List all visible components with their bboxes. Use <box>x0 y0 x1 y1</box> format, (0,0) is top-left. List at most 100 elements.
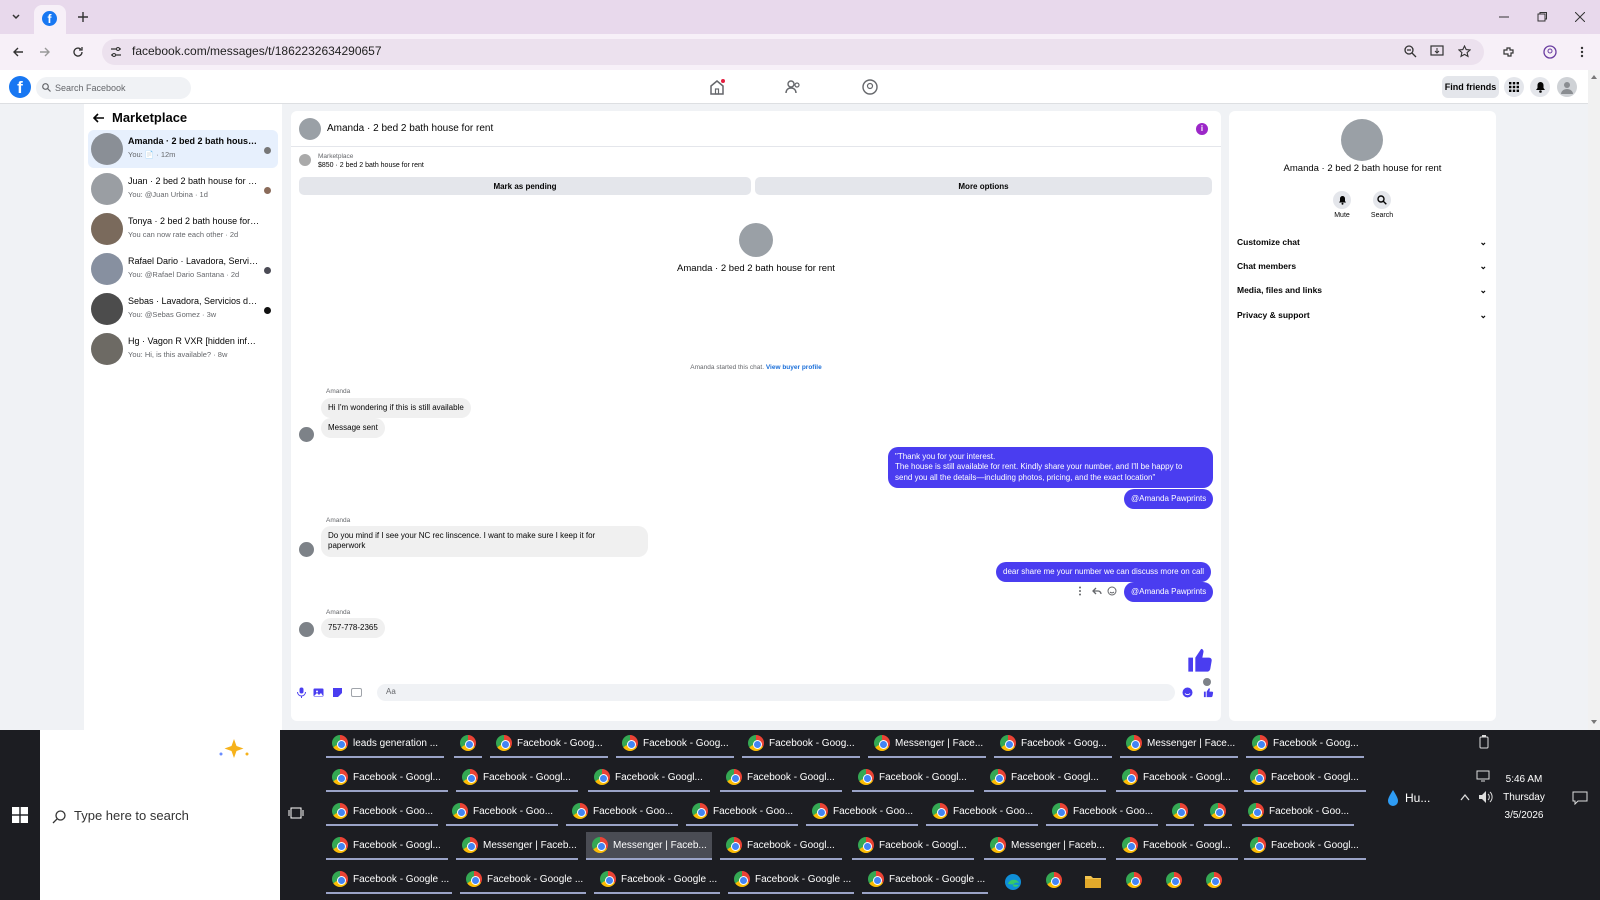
mute-button[interactable]: Mute <box>1327 191 1357 219</box>
taskbar-window-button[interactable]: Facebook - Googl... <box>720 764 842 792</box>
chat-title[interactable]: Amanda · 2 bed 2 bath house for rent <box>327 123 493 134</box>
customize-chat-row[interactable]: Customize chat ⌄ <box>1237 237 1487 255</box>
taskbar-window-button[interactable] <box>1160 866 1188 894</box>
privacy-support-row[interactable]: Privacy & support ⌄ <box>1237 310 1487 328</box>
restore-icon[interactable] <box>1530 5 1554 29</box>
clock-time[interactable]: 5:46 AM <box>1494 774 1554 785</box>
start-button[interactable] <box>0 730 40 900</box>
tab-list-icon[interactable] <box>4 5 28 29</box>
page-scrollbar[interactable] <box>1588 70 1600 730</box>
taskbar-window-button-active[interactable]: Messenger | Faceb... <box>586 832 712 860</box>
conversation-item[interactable]: Sebas · Lavadora, Servicios de re... You… <box>88 290 278 328</box>
emoji-icon[interactable] <box>1182 687 1193 698</box>
taskbar-window-button[interactable]: Facebook - Goog... <box>616 730 734 758</box>
info-icon[interactable]: i <box>1196 123 1208 135</box>
task-view-icon[interactable] <box>288 806 308 822</box>
weather-widget[interactable]: Hu... <box>1386 788 1446 808</box>
taskbar-window-button[interactable]: Messenger | Faceb... <box>984 832 1106 860</box>
facebook-search-input[interactable]: Search Facebook <box>36 77 191 99</box>
scroll-up-icon[interactable] <box>1591 74 1597 79</box>
taskbar-window-button[interactable]: Facebook - Goog... <box>1246 730 1364 758</box>
find-friends-button[interactable]: Find friends <box>1442 76 1499 98</box>
listing-title[interactable]: $850 · 2 bed 2 bath house for rent <box>318 162 424 169</box>
taskbar-window-button[interactable] <box>1120 866 1148 894</box>
taskbar-window-button[interactable]: Facebook - Google ... <box>862 866 988 894</box>
taskbar-window-button[interactable]: Facebook - Googl... <box>720 832 842 860</box>
file-explorer-icon[interactable] <box>1084 873 1102 889</box>
groups-icon[interactable] <box>861 78 879 96</box>
taskbar-window-button[interactable]: Facebook - Googl... <box>1244 764 1366 792</box>
incoming-message[interactable]: Hi I'm wondering if this is still availa… <box>321 398 471 419</box>
taskbar-window-button[interactable]: Facebook - Googl... <box>852 832 974 860</box>
clock-day[interactable]: Thursday <box>1494 792 1554 803</box>
taskbar-window-button[interactable]: Facebook - Goo... <box>326 798 438 826</box>
outgoing-mention-tag[interactable]: @Amanda Pawprints <box>1124 489 1214 510</box>
close-window-icon[interactable] <box>1568 5 1592 29</box>
listing-thumbnail[interactable] <box>299 154 311 166</box>
message-more-icon[interactable] <box>1078 586 1082 596</box>
back-icon[interactable] <box>6 40 30 64</box>
extensions-icon[interactable] <box>1496 40 1520 64</box>
profile-icon[interactable] <box>1538 40 1562 64</box>
taskbar-window-button[interactable]: Facebook - Google ... <box>594 866 720 894</box>
conversation-item[interactable]: Tonya · 2 bed 2 bath house for rent You … <box>88 210 278 248</box>
taskbar-window-button[interactable]: Facebook - Googl... <box>456 764 578 792</box>
voice-clip-icon[interactable] <box>296 687 307 698</box>
outgoing-message[interactable]: dear share me your number we can discuss… <box>996 562 1211 583</box>
zoom-icon[interactable] <box>1404 45 1417 58</box>
edge-icon[interactable] <box>1004 873 1022 891</box>
taskbar-window-button[interactable]: Facebook - Goog... <box>994 730 1112 758</box>
taskbar-window-button[interactable] <box>1166 798 1194 826</box>
scroll-down-icon[interactable] <box>1591 720 1597 725</box>
conversation-item[interactable]: Hg · Vagon R VXR [hidden informa... You:… <box>88 330 278 368</box>
avatar[interactable] <box>739 223 773 257</box>
reply-icon[interactable] <box>1092 586 1102 596</box>
home-icon[interactable] <box>708 78 726 96</box>
mark-as-pending-button[interactable]: Mark as pending <box>299 177 751 195</box>
taskbar-window-button[interactable]: Facebook - Google ... <box>326 866 452 894</box>
chat-members-row[interactable]: Chat members ⌄ <box>1237 261 1487 279</box>
taskbar-window-button[interactable]: Messenger | Face... <box>1120 730 1238 758</box>
taskbar-window-button[interactable] <box>1040 866 1068 894</box>
forward-icon[interactable] <box>33 40 57 64</box>
taskbar-window-button[interactable] <box>454 730 482 758</box>
back-arrow-icon[interactable] <box>93 113 105 123</box>
outgoing-message[interactable]: "Thank you for your interest. The house … <box>888 447 1213 489</box>
outgoing-mention-tag[interactable]: @Amanda Pawprints <box>1124 582 1214 603</box>
url-field[interactable]: facebook.com/messages/t/1862232634290657 <box>102 39 1484 65</box>
taskbar-window-button[interactable]: Facebook - Googl... <box>588 764 710 792</box>
conversation-item[interactable]: Amanda · 2 bed 2 bath house fo... You: 📄… <box>88 130 278 168</box>
taskbar-window-button[interactable]: Facebook - Googl... <box>1116 764 1238 792</box>
notifications-bell-icon[interactable] <box>1530 77 1550 97</box>
browser-tab-facebook[interactable]: f <box>34 5 66 34</box>
bookmark-star-icon[interactable] <box>1458 45 1471 58</box>
incoming-message[interactable]: Do you mind if I see your NC rec linscen… <box>321 526 648 557</box>
react-emoji-icon[interactable] <box>1107 586 1117 596</box>
site-info-icon[interactable] <box>110 46 122 58</box>
taskbar-window-button[interactable]: Facebook - Goo... <box>926 798 1038 826</box>
avatar[interactable] <box>299 118 321 140</box>
gif-icon[interactable] <box>351 687 362 698</box>
install-app-icon[interactable] <box>1430 45 1444 58</box>
conversation-item[interactable]: Juan · 2 bed 2 bath house for rent You: … <box>88 170 278 208</box>
taskbar-window-button[interactable]: Facebook - Googl... <box>326 832 448 860</box>
taskbar-search-box[interactable]: Type here to search <box>40 730 280 900</box>
media-files-links-row[interactable]: Media, files and links ⌄ <box>1237 285 1487 303</box>
volume-icon[interactable] <box>1478 790 1494 804</box>
taskbar-window-button[interactable]: Facebook - Goo... <box>1242 798 1354 826</box>
taskbar-window-button[interactable]: Facebook - Googl... <box>1244 832 1366 860</box>
taskbar-window-button[interactable]: Facebook - Googl... <box>852 764 974 792</box>
more-options-button[interactable]: More options <box>755 177 1212 195</box>
message-input[interactable]: Aa <box>377 684 1175 701</box>
avatar[interactable] <box>1341 119 1383 161</box>
clock-date[interactable]: 3/5/2026 <box>1494 810 1554 821</box>
friends-icon[interactable] <box>784 78 802 96</box>
reload-icon[interactable] <box>66 40 90 64</box>
taskbar-window-button[interactable] <box>1200 866 1228 894</box>
incoming-message[interactable]: 757-778-2365 <box>321 618 385 639</box>
taskbar-window-button[interactable]: Facebook - Goo... <box>446 798 558 826</box>
notification-center-icon[interactable] <box>1572 791 1588 805</box>
taskbar-window-button[interactable]: Facebook - Goog... <box>490 730 608 758</box>
taskbar-window-button[interactable]: Facebook - Google ... <box>728 866 854 894</box>
facebook-logo-icon[interactable]: f <box>9 76 31 98</box>
